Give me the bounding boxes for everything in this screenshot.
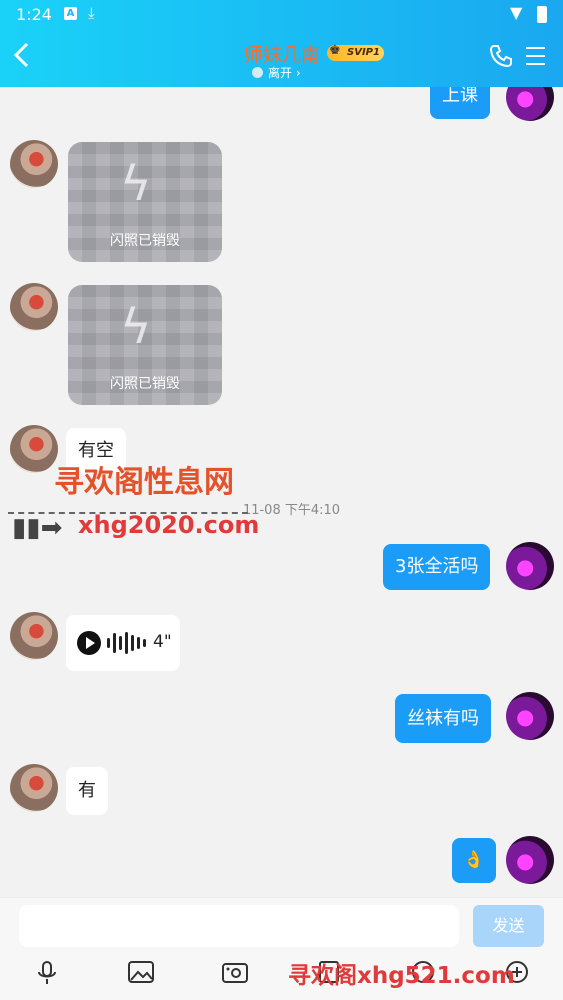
microphone-icon[interactable]	[32, 960, 62, 992]
message-bubble-out[interactable]: 丝袜有吗	[395, 694, 491, 743]
back-icon[interactable]	[12, 42, 40, 72]
presence-status[interactable]: 离开 ›	[252, 64, 301, 81]
chevron-right-icon: ›	[295, 66, 301, 80]
watermark-text: 寻欢阁性息网	[54, 465, 234, 500]
contact-avatar[interactable]	[10, 283, 58, 331]
message-input[interactable]	[19, 905, 459, 947]
voice-duration: 4"	[153, 632, 172, 652]
my-avatar[interactable]	[506, 692, 554, 740]
download-icon: ⤓	[88, 4, 95, 22]
message-bubble-out[interactable]: 上课	[430, 87, 490, 119]
my-avatar[interactable]	[506, 836, 554, 884]
menu-icon[interactable]	[526, 47, 545, 71]
image-icon[interactable]	[126, 960, 156, 990]
lightning-icon: ϟ	[120, 156, 152, 212]
waveform-icon	[107, 632, 147, 654]
flash-photo-label: 闪照已销毁	[110, 233, 180, 249]
svip-badge: ♚ SVIP1	[327, 43, 384, 61]
contact-avatar[interactable]	[10, 612, 58, 660]
my-avatar[interactable]	[506, 87, 554, 121]
watermark-url: xhg2020.com	[78, 511, 260, 539]
send-button[interactable]: 发送	[473, 905, 544, 947]
status-bar: 1:24 A ⤓ ▼	[0, 0, 563, 30]
contact-avatar[interactable]	[10, 140, 58, 188]
crown-icon: ♚	[329, 43, 341, 58]
message-bubble-in[interactable]: 有	[66, 767, 108, 815]
contact-name[interactable]: 师妹几南	[244, 40, 320, 67]
my-avatar[interactable]	[506, 542, 554, 590]
chat-header: 师妹几南 ♚ SVIP1 离开 ›	[0, 30, 563, 87]
flash-photo-label: 闪照已销毁	[110, 376, 180, 392]
contact-avatar[interactable]	[10, 425, 58, 473]
lightning-icon: ϟ	[120, 299, 152, 355]
flash-photo-destroyed[interactable]: ϟ 闪照已销毁	[68, 142, 222, 262]
voice-message[interactable]: 4"	[66, 615, 180, 671]
arrow-right-icon: ▮▮➡	[12, 513, 63, 543]
status-time: 1:24	[16, 5, 52, 24]
emoji-message[interactable]: 👌	[452, 838, 496, 883]
wifi-icon: ▼	[510, 3, 523, 22]
clock-icon	[252, 67, 263, 78]
play-icon[interactable]	[77, 631, 101, 655]
message-bubble-out[interactable]: 3张全活吗	[383, 544, 491, 590]
presence-label: 离开	[268, 66, 293, 80]
battery-icon	[537, 6, 547, 23]
contact-avatar[interactable]	[10, 764, 58, 812]
svip-label: SVIP1	[347, 47, 380, 58]
flash-photo-destroyed[interactable]: ϟ 闪照已销毁	[68, 285, 222, 405]
watermark-footer: 寻欢阁xhg521.com	[288, 963, 515, 989]
phone-icon[interactable]	[489, 44, 513, 74]
app-notification-icon: A	[64, 7, 77, 20]
camera-icon[interactable]	[220, 960, 250, 990]
